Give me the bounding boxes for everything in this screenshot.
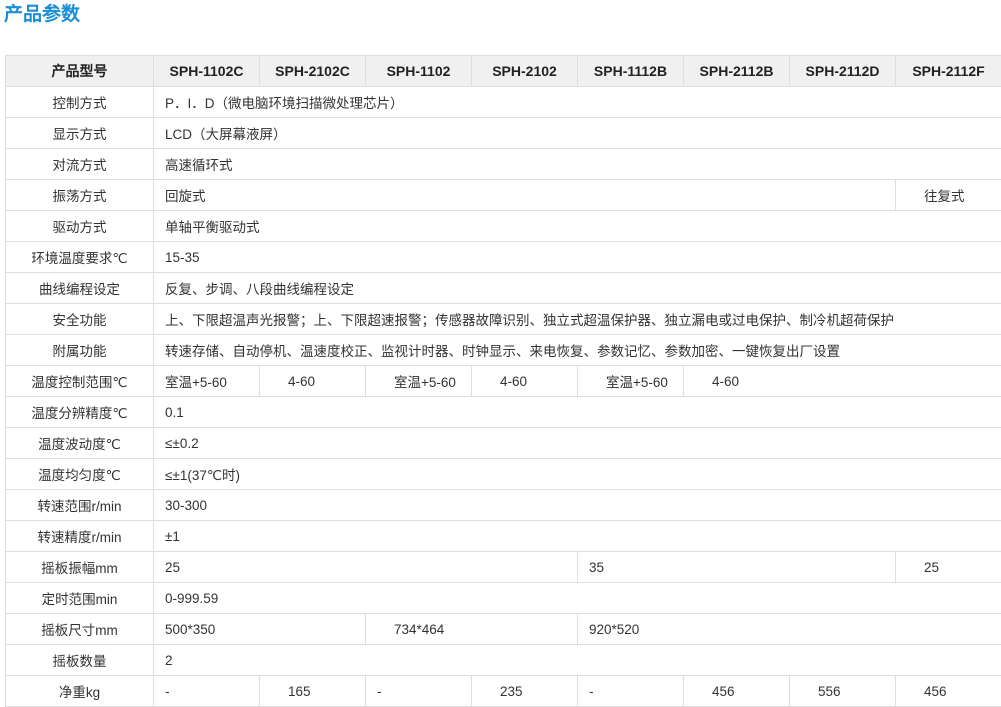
row-value: 4-60 <box>683 365 1001 397</box>
row-label: 转速范围r/min <box>5 489 154 521</box>
row-value: 0.1 <box>153 396 1001 428</box>
table-row: 曲线编程设定 反复、步调、八段曲线编程设定 <box>5 272 1001 304</box>
model-header: SPH-2102 <box>471 55 578 87</box>
row-label: 对流方式 <box>5 148 154 180</box>
row-value: 165 <box>259 675 366 707</box>
row-value: 920*520 <box>577 613 1001 645</box>
row-value: ±1 <box>153 520 1001 552</box>
table-row: 温度均匀度℃ ≤±1(37℃时) <box>5 458 1001 490</box>
row-value: 456 <box>895 675 1001 707</box>
row-value: 上、下限超温声光报警；上、下限超速报警；传感器故障识别、独立式超温保护器、独立漏… <box>153 303 1001 335</box>
row-label: 控制方式 <box>5 86 154 118</box>
table-row: 净重kg - 165 - 235 - 456 556 456 <box>5 675 1001 707</box>
header-row: 产品型号 SPH-1102C SPH-2102C SPH-1102 SPH-21… <box>5 55 1001 87</box>
row-value: 室温+5-60 <box>365 365 472 397</box>
row-value: LCD（大屏幕液屏） <box>153 117 1001 149</box>
model-header: SPH-2112D <box>789 55 896 87</box>
model-header: SPH-1102 <box>365 55 472 87</box>
row-label: 曲线编程设定 <box>5 272 154 304</box>
table-row: 温度分辨精度℃ 0.1 <box>5 396 1001 428</box>
row-label: 摇板尺寸mm <box>5 613 154 645</box>
row-label: 摇板数量 <box>5 644 154 676</box>
row-label: 环境温度要求℃ <box>5 241 154 273</box>
table-row: 温度波动度℃ ≤±0.2 <box>5 427 1001 459</box>
row-value: 35 <box>577 551 896 583</box>
row-label: 显示方式 <box>5 117 154 149</box>
spec-table: 产品型号 SPH-1102C SPH-2102C SPH-1102 SPH-21… <box>5 55 1001 707</box>
row-value: 4-60 <box>471 365 578 397</box>
row-value: 235 <box>471 675 578 707</box>
table-row: 转速精度r/min ±1 <box>5 520 1001 552</box>
row-value: P．I．D（微电脑环境扫描微处理芯片） <box>153 86 1001 118</box>
row-value: 15-35 <box>153 241 1001 273</box>
row-label: 附属功能 <box>5 334 154 366</box>
row-value: 转速存储、自动停机、温速度校正、监视计时器、时钟显示、来电恢复、参数记忆、参数加… <box>153 334 1001 366</box>
row-value: ≤±0.2 <box>153 427 1001 459</box>
table-row: 转速范围r/min 30-300 <box>5 489 1001 521</box>
row-value: ≤±1(37℃时) <box>153 458 1001 490</box>
row-value: 室温+5-60 <box>153 365 260 397</box>
row-value: 4-60 <box>259 365 366 397</box>
row-value: 30-300 <box>153 489 1001 521</box>
row-label: 转速精度r/min <box>5 520 154 552</box>
table-row: 摇板尺寸mm 500*350 734*464 920*520 <box>5 613 1001 645</box>
row-label: 净重kg <box>5 675 154 707</box>
row-label: 振荡方式 <box>5 179 154 211</box>
row-label: 摇板振幅mm <box>5 551 154 583</box>
row-value: 25 <box>895 551 1001 583</box>
table-row: 安全功能 上、下限超温声光报警；上、下限超速报警；传感器故障识别、独立式超温保护… <box>5 303 1001 335</box>
row-value: 0-999.59 <box>153 582 1001 614</box>
row-value: - <box>577 675 684 707</box>
table-row: 环境温度要求℃ 15-35 <box>5 241 1001 273</box>
row-label: 温度分辨精度℃ <box>5 396 154 428</box>
row-label: 温度控制范围℃ <box>5 365 154 397</box>
row-value: 556 <box>789 675 896 707</box>
row-value: 高速循环式 <box>153 148 1001 180</box>
table-row: 附属功能 转速存储、自动停机、温速度校正、监视计时器、时钟显示、来电恢复、参数记… <box>5 334 1001 366</box>
row-value: 25 <box>153 551 578 583</box>
section-title: 产品参数 <box>4 3 81 25</box>
model-header: SPH-1102C <box>153 55 260 87</box>
row-value: - <box>365 675 472 707</box>
row-value: 回旋式 <box>153 179 896 211</box>
table-row: 显示方式 LCD（大屏幕液屏） <box>5 117 1001 149</box>
table-row: 摇板数量 2 <box>5 644 1001 676</box>
row-value: 往复式 <box>895 179 1001 211</box>
row-value: 单轴平衡驱动式 <box>153 210 1001 242</box>
row-value: 500*350 <box>153 613 366 645</box>
table-row: 驱动方式 单轴平衡驱动式 <box>5 210 1001 242</box>
table-row: 对流方式 高速循环式 <box>5 148 1001 180</box>
table-row: 摇板振幅mm 25 35 25 <box>5 551 1001 583</box>
model-header: SPH-1112B <box>577 55 684 87</box>
row-value: 456 <box>683 675 790 707</box>
row-label: 温度波动度℃ <box>5 427 154 459</box>
row-label: 驱动方式 <box>5 210 154 242</box>
header-label: 产品型号 <box>5 55 154 87</box>
row-value: 室温+5-60 <box>577 365 684 397</box>
row-label: 定时范围min <box>5 582 154 614</box>
row-label: 温度均匀度℃ <box>5 458 154 490</box>
model-header: SPH-2112B <box>683 55 790 87</box>
row-label: 安全功能 <box>5 303 154 335</box>
row-value: 734*464 <box>365 613 578 645</box>
row-value: 反复、步调、八段曲线编程设定 <box>153 272 1001 304</box>
table-row: 振荡方式 回旋式 往复式 <box>5 179 1001 211</box>
table-row: 温度控制范围℃ 室温+5-60 4-60 室温+5-60 4-60 室温+5-6… <box>5 365 1001 397</box>
row-value: - <box>153 675 260 707</box>
table-row: 控制方式 P．I．D（微电脑环境扫描微处理芯片） <box>5 86 1001 118</box>
model-header: SPH-2102C <box>259 55 366 87</box>
row-value: 2 <box>153 644 1001 676</box>
table-row: 定时范围min 0-999.59 <box>5 582 1001 614</box>
model-header: SPH-2112F <box>895 55 1001 87</box>
